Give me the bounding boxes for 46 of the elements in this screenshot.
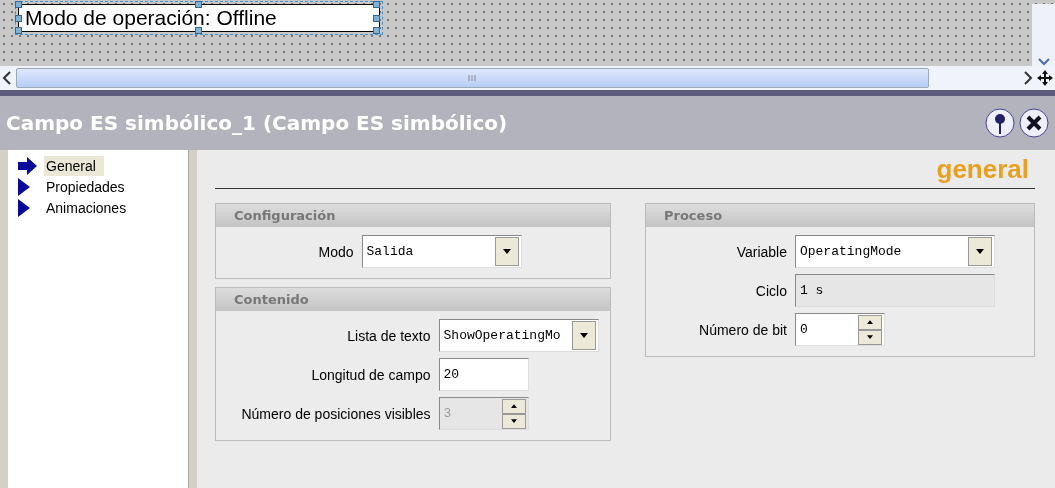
dropdown-field[interactable]: ShowOperatingMo	[438, 319, 599, 352]
triangle-right-icon	[18, 178, 30, 196]
dropdown-button[interactable]	[967, 237, 992, 266]
panel-title: Campo ES simbólico_1 (Campo ES simbólico)	[6, 111, 508, 135]
resize-handle[interactable]	[195, 27, 202, 34]
resize-handle[interactable]	[195, 1, 202, 8]
section-heading: general	[936, 154, 1030, 185]
caret-down-icon	[579, 333, 588, 338]
dropdown-field[interactable]: Salida	[361, 235, 522, 268]
triangle-right-icon	[18, 199, 30, 217]
caret-up-icon	[510, 404, 517, 408]
caret-down-icon	[510, 419, 517, 423]
group-title: Contenido	[216, 288, 610, 311]
dropdown-button[interactable]	[494, 237, 519, 266]
caret-down-icon	[866, 335, 873, 339]
input-field[interactable]: 20	[438, 358, 529, 391]
readonly-field: 1 s	[794, 274, 995, 307]
field-label: Longitud de campo	[311, 366, 431, 383]
nav-item[interactable]: Animaciones	[44, 198, 135, 218]
pin-icon[interactable]	[985, 108, 1015, 138]
caret-up-icon	[866, 320, 873, 324]
move-icon[interactable]	[1037, 70, 1053, 86]
group-title: Configuración	[216, 204, 610, 227]
scroll-down-icon[interactable]	[1037, 58, 1050, 66]
dropdown-field[interactable]: OperatingMode	[794, 235, 995, 268]
scroll-left-icon[interactable]	[2, 71, 12, 85]
field-label: Número de bit	[699, 321, 787, 338]
field-label: Ciclo	[755, 282, 787, 299]
field-label: Número de posiciones visibles	[241, 405, 431, 422]
spin-up-button[interactable]	[857, 314, 882, 330]
arrow-right-icon	[18, 157, 38, 175]
field-label: Lista de texto	[347, 327, 431, 344]
text-field-element[interactable]: Modo de operación: Offline	[18, 4, 380, 32]
nav-item[interactable]: Propiedades	[44, 177, 133, 197]
field-label: Variable	[736, 243, 787, 260]
grip-icon	[467, 75, 478, 81]
nav-item[interactable]: General	[44, 156, 104, 176]
caret-down-icon	[975, 249, 984, 254]
scroll-right-icon[interactable]	[1023, 71, 1033, 85]
field-label: Modo	[318, 243, 354, 260]
dropdown-button[interactable]	[571, 321, 596, 350]
scrollbar-thumb[interactable]	[16, 68, 929, 88]
caret-down-icon	[502, 249, 511, 254]
spinner-field[interactable]: 0	[794, 313, 885, 346]
close-icon[interactable]	[1019, 108, 1049, 138]
group-title: Proceso	[646, 204, 1034, 227]
